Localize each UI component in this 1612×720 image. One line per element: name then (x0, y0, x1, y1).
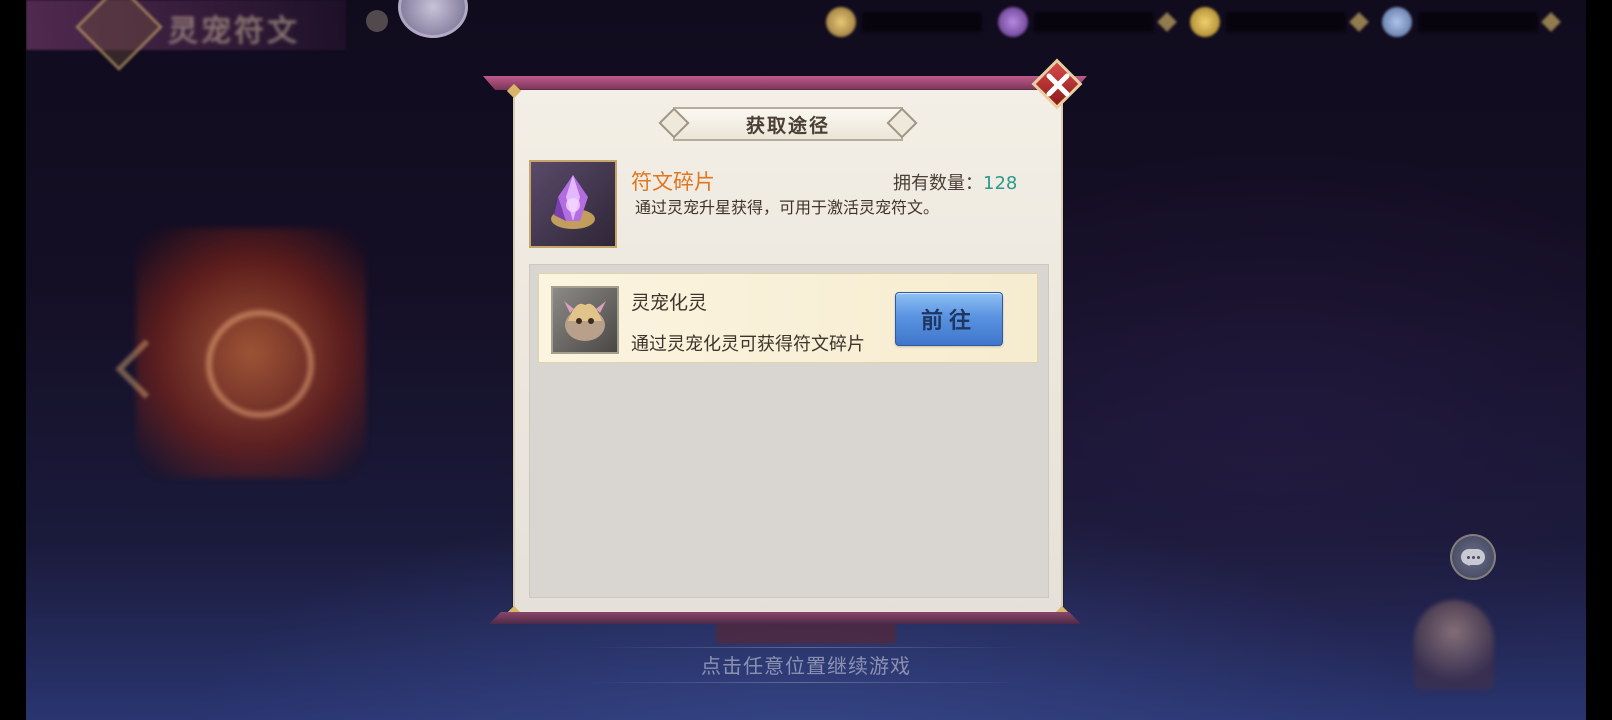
dialog-title-plate: 获取途径 (658, 107, 918, 141)
resource-value (1034, 12, 1154, 32)
dialog-frame-bottom (489, 612, 1081, 624)
item-name: 符文碎片 (631, 170, 715, 194)
continue-hint: 点击任意位置继续游戏 (546, 647, 1066, 683)
rune-center-icon (206, 310, 314, 418)
source-name: 灵宠化灵 (631, 292, 708, 314)
dialog-frame-top (483, 76, 1087, 90)
coin-icon (826, 7, 856, 37)
owned-count: 128 (983, 173, 1018, 194)
gem-icon (998, 7, 1028, 37)
banner-title: 灵宠符文 (168, 14, 300, 49)
source-list[interactable]: 灵宠化灵 通过灵宠化灵可获得符文碎片 前往 (529, 264, 1049, 598)
acquire-dialog: 获取途径 符文碎片 拥有数量：128 通过灵宠升星获得，可用于激活灵宠符文。 灵… (483, 58, 1087, 624)
dialog-body: 获取途径 符文碎片 拥有数量：128 通过灵宠升星获得，可用于激活灵宠符文。 灵… (506, 83, 1070, 621)
resource-item[interactable] (826, 4, 982, 40)
crystal-icon (1382, 7, 1412, 37)
close-button[interactable] (1031, 58, 1083, 110)
chat-icon (1461, 549, 1485, 566)
page-banner: 灵宠符文 (26, 0, 346, 71)
add-icon[interactable] (1541, 12, 1561, 32)
add-icon[interactable] (1349, 12, 1369, 32)
close-icon (1046, 73, 1070, 97)
diamond-ornament-icon (658, 107, 690, 139)
item-description: 通过灵宠升星获得，可用于激活灵宠符文。 (635, 198, 940, 217)
gold-ingot-icon (1190, 7, 1220, 37)
owned-quantity: 拥有数量：128 (893, 169, 1017, 195)
resource-value (1226, 12, 1346, 32)
purple-crystal-icon (529, 160, 617, 248)
avatar[interactable] (398, 0, 468, 38)
resource-value (1418, 12, 1538, 32)
source-row: 灵宠化灵 通过灵宠化灵可获得符文碎片 前往 (538, 273, 1038, 363)
goto-button[interactable]: 前往 (895, 292, 1003, 346)
source-description: 通过灵宠化灵可获得符文碎片 (631, 334, 865, 355)
resource-item[interactable] (1190, 4, 1369, 40)
letterbox-right (1586, 0, 1612, 720)
owned-label: 拥有数量： (893, 173, 983, 194)
pet-portrait[interactable] (1414, 600, 1494, 690)
dialog-title: 获取途径 (745, 114, 830, 137)
help-icon[interactable] (366, 10, 388, 32)
resource-item[interactable] (1382, 4, 1561, 40)
resource-item[interactable] (998, 4, 1177, 40)
resource-bar (826, 4, 1561, 40)
resource-value (862, 12, 982, 32)
diamond-ornament-icon (886, 107, 918, 139)
chat-button[interactable] (1450, 534, 1496, 580)
add-icon[interactable] (1157, 12, 1177, 32)
letterbox-left (0, 0, 26, 720)
pet-dragon-icon (551, 286, 619, 354)
banner-emblem-icon (75, 0, 163, 71)
